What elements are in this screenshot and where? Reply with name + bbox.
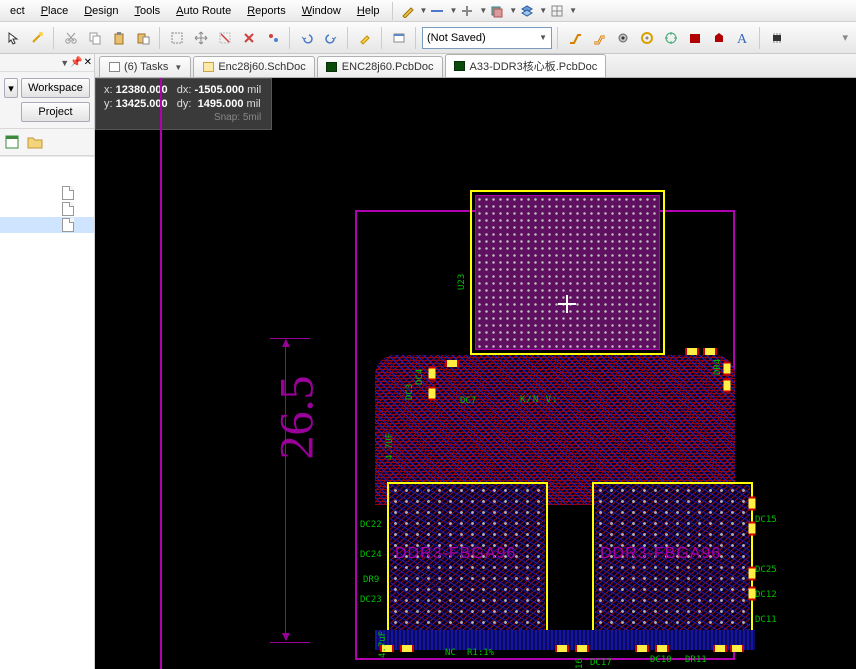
route-icon[interactable] bbox=[564, 27, 586, 49]
plus-icon[interactable] bbox=[457, 2, 477, 20]
menu-window[interactable]: Window bbox=[294, 2, 349, 20]
cut-icon[interactable] bbox=[60, 27, 82, 49]
page-icon bbox=[62, 202, 74, 216]
doc-tab-pcb2-active[interactable]: A33-DDR3核心板.PcbDoc bbox=[445, 54, 607, 77]
panel-menu-icon[interactable]: ▼ bbox=[60, 58, 69, 68]
menu-tools[interactable]: Tools bbox=[126, 2, 168, 20]
ddr-label-left: DDR3-FBGA96 bbox=[395, 545, 516, 563]
board: 26.5 30.1 DDR3-FBGA96 DDR3 bbox=[315, 190, 765, 665]
filter-icon[interactable] bbox=[262, 27, 284, 49]
via-tool-icon[interactable] bbox=[612, 27, 634, 49]
schematic-icon bbox=[203, 62, 214, 72]
toolbar-dropdown-icon[interactable]: ▾ bbox=[842, 31, 854, 44]
cursor-tool-icon[interactable] bbox=[2, 27, 24, 49]
toolbar: (Not Saved) ▼ A ▾ bbox=[0, 22, 856, 54]
undo-icon[interactable] bbox=[296, 27, 318, 49]
menu-autoroute[interactable]: Auto Route bbox=[168, 2, 239, 20]
project-tree[interactable] bbox=[0, 156, 94, 669]
highlight-icon[interactable] bbox=[354, 27, 376, 49]
deselect-icon[interactable] bbox=[214, 27, 236, 49]
document-tabs: (6) Tasks▼ Enc28j60.SchDoc ENC28j60.PcbD… bbox=[95, 54, 856, 78]
pad-tool-icon[interactable] bbox=[636, 27, 658, 49]
panel-dropdown-1[interactable]: ▾ bbox=[4, 78, 18, 98]
project-panel: ▼ 📌 ✕ ▾ Workspace Project bbox=[0, 54, 95, 669]
svg-text:A: A bbox=[737, 32, 748, 46]
pcb-icon bbox=[326, 62, 337, 72]
pcb-canvas[interactable]: x: 12380.000 dx: -1505.000 mil y: 13425.… bbox=[95, 78, 856, 669]
clear-icon[interactable] bbox=[238, 27, 260, 49]
doc-tab-pcb1[interactable]: ENC28j60.PcbDoc bbox=[317, 56, 443, 77]
menu-bar: ect Place Design Tools Auto Route Report… bbox=[0, 0, 856, 22]
panel-pin-icon[interactable]: 📌 bbox=[70, 57, 82, 68]
dash-icon[interactable] bbox=[427, 2, 447, 20]
panel-doc-icon[interactable] bbox=[4, 133, 22, 151]
menu-reports[interactable]: Reports bbox=[239, 2, 294, 20]
page-icon bbox=[62, 218, 74, 232]
layers-icon[interactable] bbox=[487, 2, 507, 20]
save-state-combo[interactable]: (Not Saved) ▼ bbox=[422, 27, 552, 49]
wand-tool-icon[interactable] bbox=[26, 27, 48, 49]
menu-design[interactable]: Design bbox=[76, 2, 126, 20]
grid-icon[interactable] bbox=[547, 2, 567, 20]
select-rect-icon[interactable] bbox=[166, 27, 188, 49]
workspace-button[interactable]: Workspace bbox=[21, 78, 90, 98]
tasks-icon bbox=[109, 62, 120, 72]
tree-item[interactable] bbox=[0, 201, 94, 217]
panel-folder-icon[interactable] bbox=[26, 133, 44, 151]
tree-item-selected[interactable] bbox=[0, 217, 94, 233]
fill-icon[interactable] bbox=[684, 27, 706, 49]
component-icon[interactable] bbox=[766, 27, 788, 49]
menu-item[interactable]: ect bbox=[2, 2, 33, 20]
menu-place[interactable]: Place bbox=[33, 2, 77, 20]
target-icon[interactable] bbox=[660, 27, 682, 49]
tree-item[interactable] bbox=[0, 169, 94, 185]
doc-tab-sch[interactable]: Enc28j60.SchDoc bbox=[193, 56, 314, 77]
pencil-icon[interactable] bbox=[398, 2, 418, 20]
stack-icon[interactable] bbox=[517, 2, 537, 20]
project-button[interactable]: Project bbox=[21, 102, 90, 122]
dimension-vertical: 26.5 bbox=[270, 376, 325, 460]
route-diff-icon[interactable] bbox=[588, 27, 610, 49]
redo-icon[interactable] bbox=[320, 27, 342, 49]
panel-close-icon[interactable]: ✕ bbox=[84, 57, 92, 68]
text-tool-icon[interactable]: A bbox=[732, 27, 754, 49]
polygon-icon[interactable] bbox=[708, 27, 730, 49]
save-state-text: (Not Saved) bbox=[427, 32, 486, 44]
menu-help[interactable]: Help bbox=[349, 2, 388, 20]
paste-special-icon[interactable] bbox=[132, 27, 154, 49]
browse-icon[interactable] bbox=[388, 27, 410, 49]
paste-icon[interactable] bbox=[108, 27, 130, 49]
move-icon[interactable] bbox=[190, 27, 212, 49]
ddr-label-right: DDR3-FBGA96 bbox=[600, 545, 721, 563]
tree-item[interactable] bbox=[0, 185, 94, 201]
pcb-icon bbox=[454, 61, 465, 71]
page-icon bbox=[62, 186, 74, 200]
tasks-tab[interactable]: (6) Tasks▼ bbox=[99, 56, 191, 77]
copy-icon[interactable] bbox=[84, 27, 106, 49]
